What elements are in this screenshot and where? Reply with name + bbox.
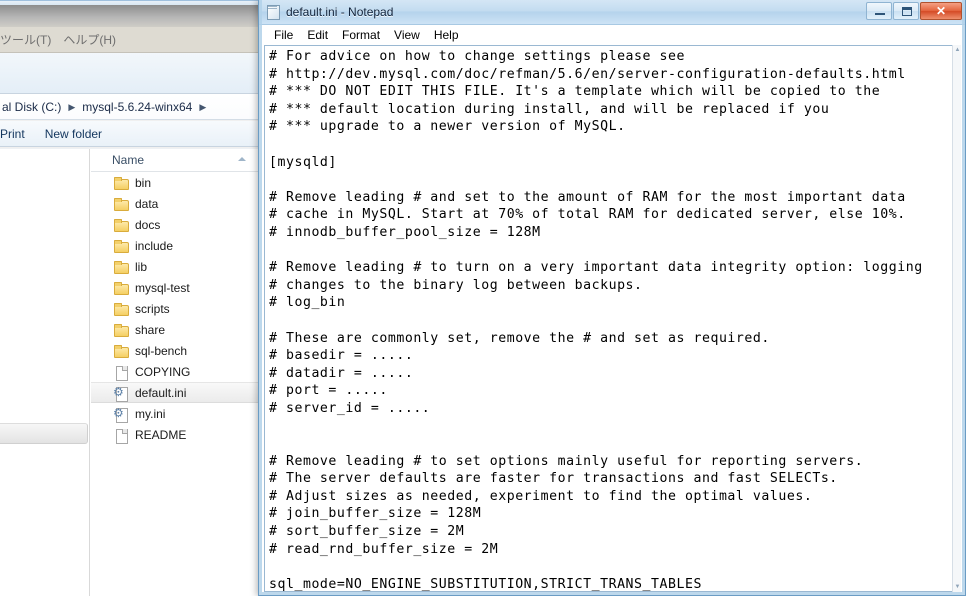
file-list-item[interactable]: scripts [91,298,260,319]
minimize-icon [875,13,885,15]
notepad-menubar: File Edit Format View Help [259,25,965,45]
screen-root: ツール(T) ヘルプ(H) al Disk (C:) ▶ mysql-5.6.2… [0,0,966,596]
ini-file-icon [113,405,129,423]
file-list-item[interactable]: sql-bench [91,340,260,361]
file-icon [113,364,129,381]
file-list-item-label: include [135,238,174,253]
folder-icon [113,196,129,212]
menu-help[interactable]: Help [427,28,466,42]
folder-icon [113,280,129,296]
menu-view[interactable]: View [387,28,427,42]
explorer-menubar: ツール(T) ヘルプ(H) [0,27,260,53]
text-editor-area[interactable]: # For advice on how to change settings p… [264,45,961,592]
notepad-window: default.ini - Notepad ✕ File Edit Format… [258,0,966,596]
notepad-icon [265,4,281,20]
file-list-item-label: my.ini [135,406,166,421]
file-list-item-label: share [135,322,166,337]
new-folder-button[interactable]: New folder [35,127,112,141]
file-list-item[interactable]: share [91,319,260,340]
file-list-item[interactable]: include [91,235,260,256]
window-title: default.ini - Notepad [286,5,394,19]
file-list-item-label: COPYING [135,364,191,379]
file-list-item-label: lib [135,259,148,274]
windows-explorer-window: ツール(T) ヘルプ(H) al Disk (C:) ▶ mysql-5.6.2… [0,0,260,596]
menu-edit[interactable]: Edit [300,28,335,42]
file-list-item[interactable]: my.ini [91,403,260,424]
explorer-body: Name bin data docs include lib mysql-test scri… [0,148,260,596]
navigation-pane[interactable] [0,149,90,596]
print-button[interactable]: Print [0,127,35,141]
folder-icon [113,322,129,338]
file-list-item[interactable]: README [91,424,260,445]
folder-icon [113,343,129,359]
file-list-item[interactable]: lib [91,256,260,277]
notepad-titlebar[interactable]: default.ini - Notepad ✕ [259,0,965,25]
file-list-item-label: data [135,196,159,211]
file-list-item[interactable]: docs [91,214,260,235]
file-list-item-label: sql-bench [135,343,188,358]
chevron-right-icon: ▶ [68,101,76,112]
file-list: bin data docs include lib mysql-test scripts sh… [91,172,260,445]
file-icon [113,427,129,444]
explorer-menu-help[interactable]: ヘルプ(H) [57,31,122,48]
scroll-down-icon[interactable]: ▼ [954,583,961,591]
file-list-item-label: docs [135,217,161,232]
close-icon: ✕ [935,4,947,18]
minimize-button[interactable] [866,2,892,20]
folder-icon [113,217,129,233]
folder-icon [113,259,129,275]
folder-icon [113,175,129,191]
chevron-right-icon-2: ▶ [199,101,207,112]
breadcrumb-item-folder[interactable]: mysql-5.6.24-winx64 [80,100,194,114]
file-list-pane[interactable]: Name bin data docs include lib mysql-test scri… [91,149,260,596]
breadcrumb[interactable]: al Disk (C:) ▶ mysql-5.6.24-winx64 ▶ [0,94,260,120]
folder-icon [113,238,129,254]
file-list-item[interactable]: COPYING [91,361,260,382]
maximize-icon [902,7,912,16]
vertical-scrollbar[interactable]: ▲ ▼ [952,45,961,592]
file-list-item[interactable]: default.ini [91,382,260,403]
scroll-up-icon[interactable]: ▲ [954,46,961,54]
file-list-item-label: README [135,427,187,442]
explorer-nav-band [0,53,260,94]
file-list-item[interactable]: bin [91,172,260,193]
maximize-button[interactable] [893,2,919,20]
file-list-item[interactable]: mysql-test [91,277,260,298]
file-list-column-header[interactable]: Name [91,149,260,172]
file-list-item-label: mysql-test [135,280,190,295]
file-list-item-label: default.ini [135,385,187,400]
file-list-item-label: scripts [135,301,170,316]
file-list-item-label: bin [135,175,152,190]
ini-file-icon [113,384,129,402]
column-header-name[interactable]: Name [91,153,144,167]
breadcrumb-item-drive[interactable]: al Disk (C:) [0,100,63,114]
menu-file[interactable]: File [267,28,300,42]
menu-format[interactable]: Format [335,28,387,42]
navigation-pane-selected-item[interactable] [0,423,88,444]
explorer-toolbar: Print New folder [0,121,260,147]
window-controls: ✕ [865,2,962,20]
explorer-menu-tools[interactable]: ツール(T) [0,31,57,48]
file-list-item[interactable]: data [91,193,260,214]
explorer-menu-strip [0,5,260,27]
folder-icon [113,301,129,317]
sort-ascending-icon [238,157,246,161]
close-button[interactable]: ✕ [920,2,962,20]
document-text[interactable]: # For advice on how to change settings p… [269,48,960,591]
